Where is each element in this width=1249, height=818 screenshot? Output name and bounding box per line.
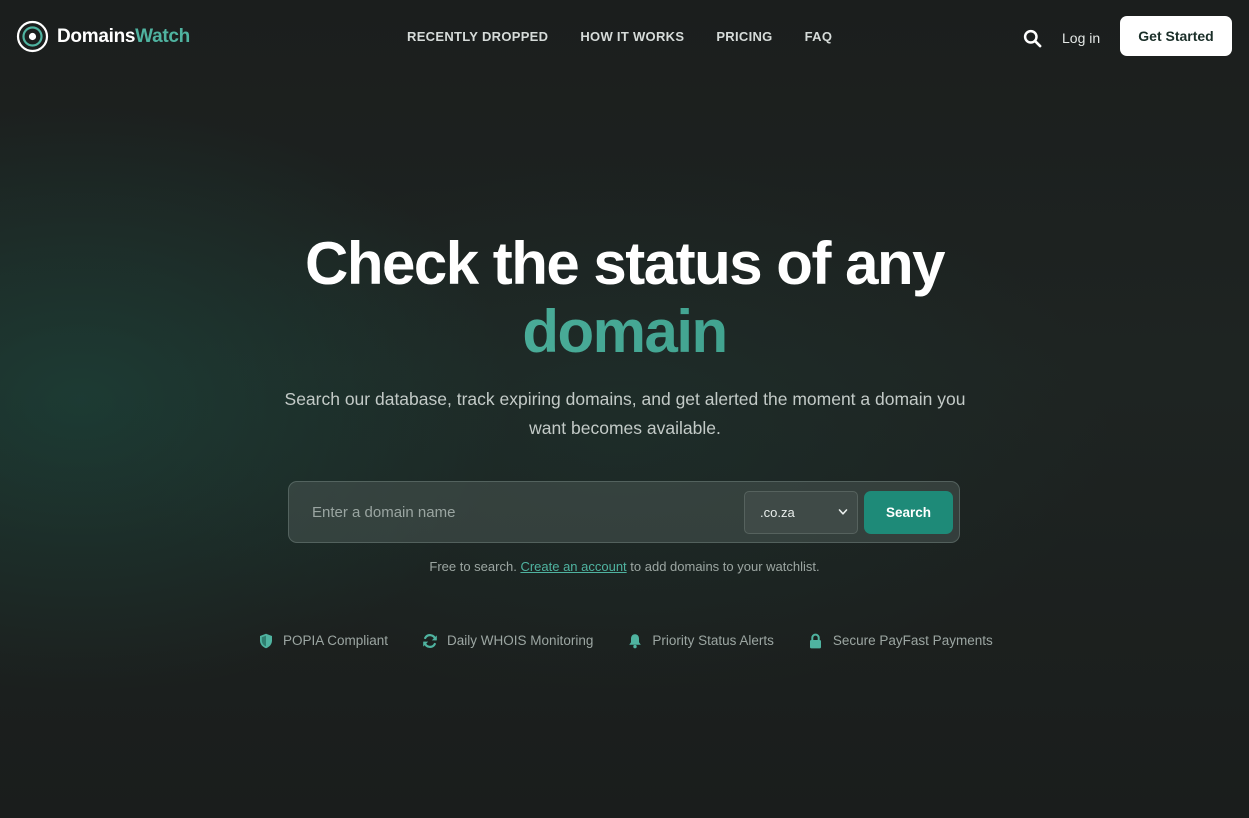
- feature-label: POPIA Compliant: [283, 633, 389, 648]
- get-started-button[interactable]: Get Started: [1120, 16, 1232, 56]
- feature-whois: Daily WHOIS Monitoring: [422, 632, 593, 650]
- tld-select[interactable]: .co.za: [744, 491, 858, 534]
- brand-name: DomainsWatch: [57, 26, 190, 48]
- feature-badges: POPIA Compliant Daily WHOIS Monitoring P…: [258, 632, 993, 650]
- feature-label: Daily WHOIS Monitoring: [447, 633, 594, 648]
- hero-title-line1: Check the status of any: [304, 230, 946, 297]
- create-account-link[interactable]: Create an account: [520, 559, 626, 574]
- search-icon: [1023, 29, 1041, 47]
- brand-logo[interactable]: DomainsWatch: [16, 20, 190, 53]
- nav-faq[interactable]: FAQ: [805, 28, 833, 46]
- search-note-prefix: Free to search.: [429, 559, 521, 574]
- refresh-icon: [422, 633, 438, 649]
- shield-icon: [258, 633, 274, 649]
- brand-name-accent: Watch: [135, 25, 190, 47]
- tld-selected-value: .co.za: [760, 505, 795, 520]
- feature-label: Priority Status Alerts: [652, 633, 774, 648]
- top-navigation: DomainsWatch RECENTLY DROPPED HOW IT WOR…: [0, 0, 1249, 75]
- domain-search-input[interactable]: [290, 483, 740, 541]
- bell-icon: [627, 633, 643, 649]
- lock-icon: [808, 633, 824, 649]
- hero-subtitle: Search our database, track expiring doma…: [284, 389, 966, 438]
- search-button[interactable]: Search: [864, 491, 953, 534]
- nav-how-it-works[interactable]: HOW IT WORKS: [580, 28, 684, 46]
- brand-name-main: Domains: [57, 25, 136, 47]
- main-menu: RECENTLY DROPPED HOW IT WORKS PRICING FA…: [407, 28, 832, 46]
- hero-title: Check the status of any domain: [0, 228, 1249, 368]
- nav-recently-dropped[interactable]: RECENTLY DROPPED: [407, 28, 548, 46]
- nav-search-button[interactable]: [1020, 26, 1044, 50]
- feature-label: Secure PayFast Payments: [832, 633, 993, 648]
- feature-popia: POPIA Compliant: [258, 632, 388, 650]
- nav-pricing[interactable]: PRICING: [716, 28, 772, 46]
- feature-payments: Secure PayFast Payments: [808, 632, 993, 650]
- search-note-suffix: to add domains to your watchlist.: [626, 559, 820, 574]
- search-note: Free to search. Create an account to add…: [0, 558, 1249, 576]
- login-link[interactable]: Log in: [1062, 29, 1100, 47]
- feature-alerts: Priority Status Alerts: [627, 632, 774, 650]
- hero-title-highlight: domain: [0, 296, 1249, 368]
- chevron-down-icon: [838, 509, 848, 515]
- domain-search-form: .co.za Search: [288, 481, 960, 543]
- logo-target-icon: [16, 20, 49, 53]
